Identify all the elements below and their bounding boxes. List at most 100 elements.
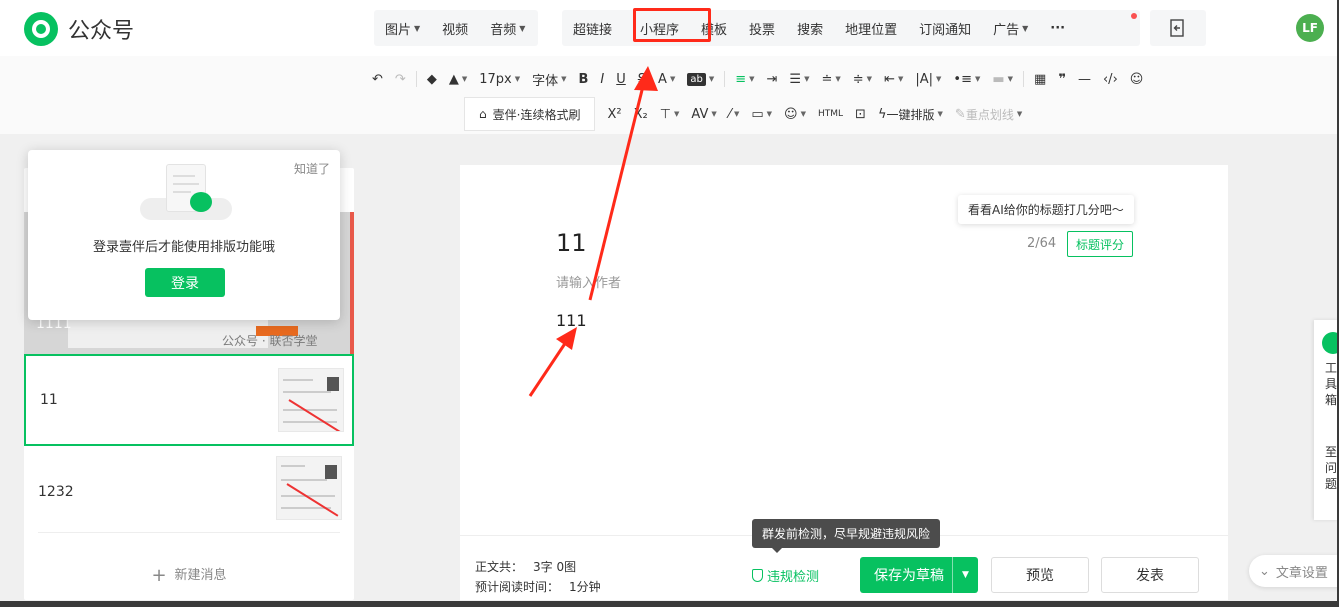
- divider-style-icon[interactable]: ▬ ▼: [986, 66, 1019, 92]
- image-tool-icon[interactable]: ▭ ▼: [745, 101, 778, 127]
- side-assistant-panel[interactable]: 工具箱 至问题: [1314, 320, 1339, 520]
- new-message-button[interactable]: + 新建消息: [24, 564, 354, 586]
- menu-search[interactable]: 搜索: [786, 10, 834, 46]
- toolbar-row-1: ↶ ↷ ◆ ▲ ▼ 17px ▼ 字体 ▼ B I U S A ▼ ab ▼ ≡ ▼ ⇥ ☰…: [366, 66, 1149, 92]
- indent-icon[interactable]: ⇥: [761, 66, 784, 92]
- article-title: 11: [40, 392, 58, 408]
- side-panel-text: 至问题: [1325, 445, 1338, 491]
- assistant-icon: [1322, 332, 1339, 354]
- plus-icon: +: [151, 565, 167, 586]
- more-menu-button[interactable]: ···: [1039, 10, 1076, 46]
- toolbox-icon[interactable]: ⊡: [849, 101, 872, 127]
- chevron-down-icon: ▼: [1022, 23, 1029, 33]
- font-color-icon[interactable]: A ▼: [652, 66, 681, 92]
- shield-icon: [752, 569, 763, 582]
- redo-icon[interactable]: ↷: [389, 66, 412, 92]
- ai-title-score-tip: 看看AI给你的标题打几分吧～: [958, 195, 1134, 224]
- wechat-bubble-icon: [190, 192, 212, 212]
- dismiss-link[interactable]: 知道了: [294, 160, 330, 177]
- font-size-select[interactable]: 17px ▼: [473, 66, 526, 92]
- article-body[interactable]: 111: [556, 311, 587, 330]
- paragraph-spacing-before-icon[interactable]: ≐ ▼: [815, 66, 846, 92]
- wechat-logo-icon: [24, 12, 58, 46]
- toolbar-divider: [415, 71, 417, 87]
- article-thumbnail: [276, 456, 342, 520]
- menu-hyperlink[interactable]: 超链接: [562, 10, 623, 46]
- toolbar-divider: [1023, 71, 1025, 87]
- highlight-line-button[interactable]: ✎ 重点划线 ▼: [949, 101, 1028, 127]
- title-char-count: 2/64: [1027, 236, 1057, 251]
- cover-watermark: 公众号 · 联否学堂: [222, 334, 318, 348]
- brand-logo[interactable]: 公众号: [24, 12, 134, 46]
- chevron-down-icon[interactable]: ▼: [952, 557, 978, 593]
- article-title: 1232: [38, 484, 74, 500]
- background-color-icon[interactable]: ab ▼: [681, 66, 720, 92]
- bold-icon[interactable]: B: [573, 66, 595, 92]
- top-header: 公众号 图片 ▼ 视频 音频 ▼ 超链接 小程序 模板 投票 搜索 地理位置 订阅通…: [0, 0, 1339, 56]
- marker-icon: ✎: [954, 106, 966, 122]
- strikethrough-icon[interactable]: S: [632, 66, 652, 92]
- list-divider: [38, 532, 340, 533]
- format-toolbar: ↶ ↷ ◆ ▲ ▼ 17px ▼ 字体 ▼ B I U S A ▼ ab ▼ ≡ ▼ ⇥ ☰…: [0, 56, 1339, 134]
- publish-button[interactable]: 发表: [1101, 557, 1199, 593]
- one-click-layout-button[interactable]: ϟ 一键排版 ▼: [872, 101, 949, 127]
- table-icon[interactable]: ▦: [1028, 66, 1052, 92]
- paragraph-spacing-after-icon[interactable]: ≑ ▼: [847, 66, 878, 92]
- word-count-stat: 正文共： 3字 0图: [475, 560, 577, 574]
- media-insert-menu: 图片 ▼ 视频 音频 ▼: [374, 10, 538, 46]
- outdent-icon[interactable]: ⇤ ▼: [878, 66, 909, 92]
- exit-editor-button[interactable]: [1150, 10, 1206, 46]
- violation-check-link[interactable]: 违规检测: [752, 566, 819, 585]
- chevron-down-icon: ▼: [519, 23, 526, 33]
- menu-vote[interactable]: 投票: [738, 10, 786, 46]
- continuous-format-painter-button[interactable]: ⌂ 壹伴·连续格式刷: [464, 97, 596, 131]
- letter-spacing-icon[interactable]: |A| ▼: [909, 66, 947, 92]
- code-icon[interactable]: ‹/›: [1097, 66, 1124, 92]
- preview-button[interactable]: 预览: [991, 557, 1089, 593]
- format-brush-icon[interactable]: ▲ ▼: [443, 66, 473, 92]
- article-thumbnail: [278, 368, 344, 432]
- notification-dot: [1131, 13, 1137, 19]
- line-height-icon[interactable]: ☰ ▼: [783, 66, 815, 92]
- align-left-icon[interactable]: ≡ ▼: [729, 66, 760, 92]
- user-avatar[interactable]: LF: [1296, 14, 1324, 42]
- article-title-input[interactable]: 11: [556, 229, 587, 257]
- magic-wand-icon[interactable]: ⁄ ▼: [723, 101, 746, 127]
- side-panel-text: 工具箱: [1325, 361, 1338, 407]
- login-button[interactable]: 登录: [145, 268, 225, 297]
- vertical-align-icon[interactable]: ⊤ ▼: [654, 101, 686, 127]
- chevron-down-icon: ▼: [514, 75, 521, 83]
- exit-icon: [1170, 19, 1184, 37]
- undo-icon[interactable]: ↶: [366, 66, 389, 92]
- character-spacing-icon[interactable]: AV ▼: [685, 101, 722, 127]
- save-draft-button[interactable]: 保存为草稿 ▼: [860, 557, 978, 593]
- emoji-icon[interactable]: ☺: [1124, 66, 1150, 92]
- reading-time-stat: 预计阅读时间： 1分钟: [475, 580, 601, 594]
- sticker-icon[interactable]: ☺ ▼: [778, 101, 812, 127]
- menu-ads[interactable]: 广告 ▼: [982, 10, 1039, 46]
- menu-image[interactable]: 图片 ▼: [374, 10, 431, 46]
- html-icon[interactable]: HTML: [812, 101, 849, 127]
- superscript-icon[interactable]: X²: [601, 101, 627, 127]
- menu-audio[interactable]: 音频 ▼: [479, 10, 536, 46]
- author-input[interactable]: 请输入作者: [556, 272, 621, 291]
- title-score-button[interactable]: 标题评分: [1067, 231, 1133, 257]
- bullet-list-icon[interactable]: •≡ ▼: [947, 66, 986, 92]
- menu-video[interactable]: 视频: [431, 10, 479, 46]
- login-prompt-text: 登录壹伴后才能使用排版功能哦: [92, 240, 275, 255]
- eraser-icon[interactable]: ◆: [421, 66, 443, 92]
- article-item-2[interactable]: 1232: [24, 448, 354, 540]
- lightning-icon: ϟ: [877, 106, 887, 122]
- chevron-down-icon: ▼: [561, 75, 567, 83]
- font-family-select[interactable]: 字体 ▼: [526, 66, 572, 92]
- menu-location[interactable]: 地理位置: [834, 10, 908, 46]
- menu-subscription-notice[interactable]: 订阅通知: [908, 10, 982, 46]
- quote-icon[interactable]: ❞: [1052, 66, 1072, 92]
- article-settings-button[interactable]: ⌄ 文章设置: [1249, 555, 1339, 587]
- italic-icon[interactable]: I: [594, 66, 610, 92]
- underline-icon[interactable]: U: [610, 66, 632, 92]
- horizontal-rule-icon[interactable]: —: [1072, 66, 1097, 92]
- toolbar-divider: [724, 71, 726, 87]
- subscript-icon[interactable]: X₂: [628, 101, 654, 127]
- article-item-1[interactable]: 11: [24, 354, 354, 446]
